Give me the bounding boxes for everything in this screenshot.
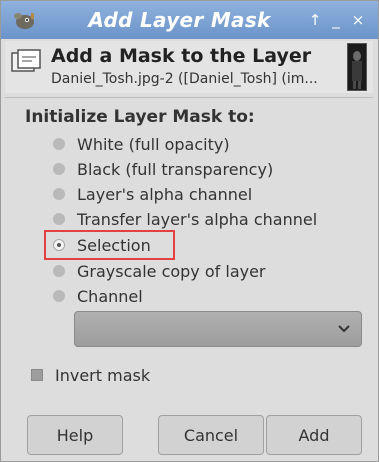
window-title: Add Layer Mask — [88, 8, 271, 32]
invert-mask-label: Invert mask — [55, 365, 151, 385]
radio-channel[interactable]: Channel — [53, 285, 143, 307]
cancel-button[interactable]: Cancel — [158, 415, 264, 455]
radio-label: White (full opacity) — [77, 134, 230, 154]
radio-button[interactable] — [53, 138, 65, 150]
gimp-wilber-icon — [14, 13, 34, 29]
layer-thumbnail — [347, 43, 367, 91]
radio-white[interactable]: White (full opacity) — [53, 133, 230, 155]
radio-label: Black (full transparency) — [77, 159, 274, 179]
channel-dropdown[interactable] — [74, 311, 362, 347]
radio-label: Grayscale copy of layer — [77, 261, 266, 281]
header-separator — [5, 97, 373, 98]
radio-black[interactable]: Black (full transparency) — [53, 158, 273, 180]
restore-button[interactable]: ↑ — [306, 10, 324, 30]
radio-button[interactable] — [53, 265, 65, 277]
radio-label: Layer's alpha channel — [77, 184, 253, 204]
close-button[interactable]: × — [349, 10, 367, 30]
init-section-label: Initialize Layer Mask to: — [25, 107, 255, 127]
radio-layer-alpha[interactable]: Layer's alpha channel — [53, 183, 252, 205]
radio-button[interactable] — [53, 188, 65, 200]
add-button[interactable]: Add — [266, 415, 362, 455]
radio-label: Channel — [77, 286, 143, 306]
title-bar[interactable]: Add Layer Mask ↑ _ × — [1, 1, 378, 39]
layer-name: Daniel_Tosh.jpg-2 ([Daniel_Tosh] (im... — [51, 71, 318, 87]
radio-transfer-alpha[interactable]: Transfer layer's alpha channel — [53, 208, 317, 230]
radio-grayscale[interactable]: Grayscale copy of layer — [53, 260, 266, 282]
invert-mask-checkbox[interactable] — [31, 369, 43, 381]
radio-button[interactable] — [53, 163, 65, 175]
layer-mask-icon — [11, 49, 41, 72]
selection-highlight-box — [44, 230, 175, 260]
minimize-button[interactable]: _ — [327, 10, 345, 30]
radio-label: Transfer layer's alpha channel — [77, 209, 318, 229]
dialog-header: Add a Mask to the Layer Daniel_Tosh.jpg-… — [5, 41, 373, 93]
radio-button[interactable] — [53, 290, 65, 302]
chevron-down-icon — [338, 325, 350, 333]
invert-mask-checkbox-row[interactable]: Invert mask — [31, 363, 150, 387]
radio-button[interactable] — [53, 213, 65, 225]
help-button[interactable]: Help — [27, 415, 123, 455]
dialog-heading: Add a Mask to the Layer — [51, 45, 312, 67]
add-layer-mask-dialog: Add Layer Mask ↑ _ × Add a Mask to the L… — [0, 0, 379, 462]
